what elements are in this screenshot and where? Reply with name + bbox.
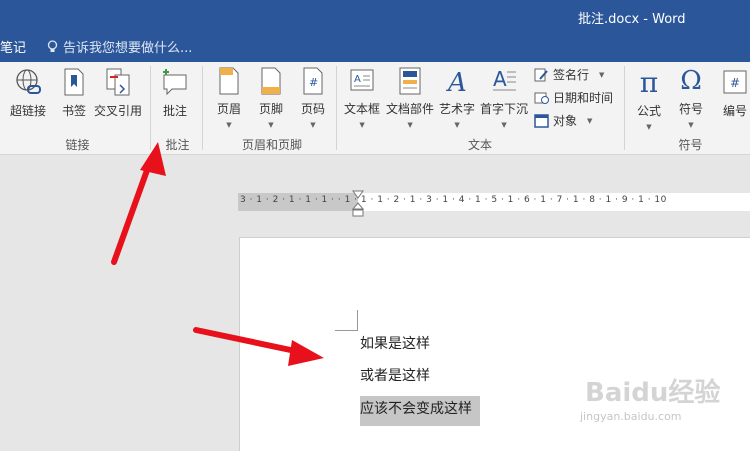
quick-parts-label: 文档部件 <box>386 102 435 116</box>
chevron-down-icon: ▼ <box>646 123 652 131</box>
chevron-down-icon: ▼ <box>268 121 274 129</box>
svg-text:A: A <box>354 74 361 85</box>
date-time-button[interactable]: 日期和时间 <box>534 89 613 106</box>
ruler-ticks: 3 · 1 · 2 · 1 · 1 · 1 · · 1 · 1 · 1 · 2 … <box>240 195 667 205</box>
pi-icon: π <box>639 65 659 99</box>
header-button[interactable]: 页眉 ▼ <box>214 66 244 129</box>
wordart-label: 艺术字 <box>439 102 476 116</box>
window-title: 批注.docx - Word <box>578 12 686 27</box>
footer-icon <box>256 66 286 96</box>
watermark-url: jingyan.baidu.com <box>580 410 682 423</box>
hyperlink-button[interactable]: 超链接 <box>10 66 46 126</box>
chevron-down-icon: ▼ <box>599 70 605 79</box>
cross-reference-button[interactable]: 交叉引用 <box>94 66 142 126</box>
signature-line-label: 签名行 <box>553 68 590 82</box>
calendar-clock-icon <box>534 92 549 104</box>
lightbulb-icon <box>47 39 58 52</box>
wordart-button[interactable]: A 艺术字 ▼ <box>439 66 476 129</box>
chevron-down-icon: ▼ <box>688 121 694 129</box>
group-label-symbols: 符号 <box>678 138 703 152</box>
numbering-button[interactable]: # 编号 <box>720 66 750 126</box>
chevron-down-icon: ▼ <box>359 121 365 129</box>
cross-reference-icon <box>103 66 133 98</box>
document-line-1[interactable]: 如果是这样 <box>360 333 430 353</box>
header-label: 页眉 <box>216 102 241 116</box>
page-number-button[interactable]: # 页码 ▼ <box>298 66 328 129</box>
drop-cap-button[interactable]: A 首字下沉 ▼ <box>480 66 529 129</box>
object-button[interactable]: 对象 ▼ <box>534 112 592 129</box>
chevron-down-icon: ▼ <box>407 121 413 129</box>
svg-text:A: A <box>493 67 507 91</box>
chevron-down-icon: ▼ <box>587 116 593 125</box>
page-number-icon: # <box>298 66 328 96</box>
numbering-icon: # <box>720 66 750 98</box>
text-box-button[interactable]: A 文本框 ▼ <box>344 66 381 129</box>
tell-me-text: 告诉我您想要做什么... <box>63 41 193 56</box>
bookmark-icon <box>59 66 89 98</box>
divider <box>624 66 625 150</box>
hyperlink-label: 超链接 <box>10 104 47 118</box>
header-icon <box>214 66 244 96</box>
new-comment-icon <box>160 66 190 98</box>
text-box-icon: A <box>347 66 377 96</box>
drop-cap-icon: A <box>489 66 519 96</box>
wordart-icon: A <box>442 66 472 96</box>
document-line-3-selected[interactable]: 应该不会变成这样 <box>360 396 480 426</box>
group-label-text: 文本 <box>467 138 492 152</box>
signature-pen-icon <box>534 68 548 81</box>
object-icon <box>534 113 549 128</box>
red-arrow-icon <box>111 142 166 265</box>
numbering-label: 编号 <box>722 104 747 118</box>
group-label-links: 链接 <box>65 138 90 152</box>
signature-line-button[interactable]: 签名行 ▼ <box>534 66 604 83</box>
chevron-down-icon: ▼ <box>501 121 507 129</box>
divider <box>202 66 203 150</box>
comment-button[interactable]: 批注 <box>160 66 190 126</box>
group-label-header-footer: 页眉和页脚 <box>241 138 302 152</box>
symbol-label: 符号 <box>678 102 703 116</box>
bookmark-button[interactable]: 书签 <box>59 66 89 126</box>
quick-parts-icon <box>395 66 425 96</box>
equation-label: 公式 <box>636 104 661 118</box>
symbol-button[interactable]: Ω 符号 ▼ <box>676 66 706 129</box>
omega-icon: Ω <box>680 66 702 96</box>
watermark-logo: Baidu经验 <box>585 378 721 408</box>
date-time-label: 日期和时间 <box>553 91 614 105</box>
footer-button[interactable]: 页脚 ▼ <box>256 66 286 129</box>
divider <box>336 66 337 150</box>
comment-label: 批注 <box>162 104 187 118</box>
document-line-2[interactable]: 或者是这样 <box>360 365 430 385</box>
tell-me-box[interactable]: 告诉我您想要做什么... <box>46 37 192 56</box>
menu-tab-notes[interactable]: 笔记 <box>0 37 26 56</box>
page-number-label: 页码 <box>300 102 325 116</box>
chevron-down-icon: ▼ <box>226 121 232 129</box>
globe-link-icon <box>13 66 43 98</box>
chevron-down-icon: ▼ <box>310 121 316 129</box>
margin-corner-mark <box>335 310 358 331</box>
text-box-label: 文本框 <box>344 102 381 116</box>
svg-text:#: # <box>730 76 740 90</box>
svg-text:A: A <box>446 68 467 96</box>
cross-reference-label: 交叉引用 <box>94 104 143 118</box>
chevron-down-icon: ▼ <box>454 121 460 129</box>
object-label: 对象 <box>553 114 578 128</box>
equation-button[interactable]: π 公式 ▼ <box>634 65 664 132</box>
quick-parts-button[interactable]: 文档部件 ▼ <box>386 66 435 129</box>
title-bar: 批注.docx - Word 笔记 告诉我您想要做什么... <box>0 0 750 62</box>
footer-label: 页脚 <box>258 102 283 116</box>
svg-text:#: # <box>309 76 318 89</box>
drop-cap-label: 首字下沉 <box>480 102 529 116</box>
bookmark-label: 书签 <box>61 104 86 118</box>
red-arrow-icon <box>193 327 324 366</box>
divider <box>150 66 151 150</box>
